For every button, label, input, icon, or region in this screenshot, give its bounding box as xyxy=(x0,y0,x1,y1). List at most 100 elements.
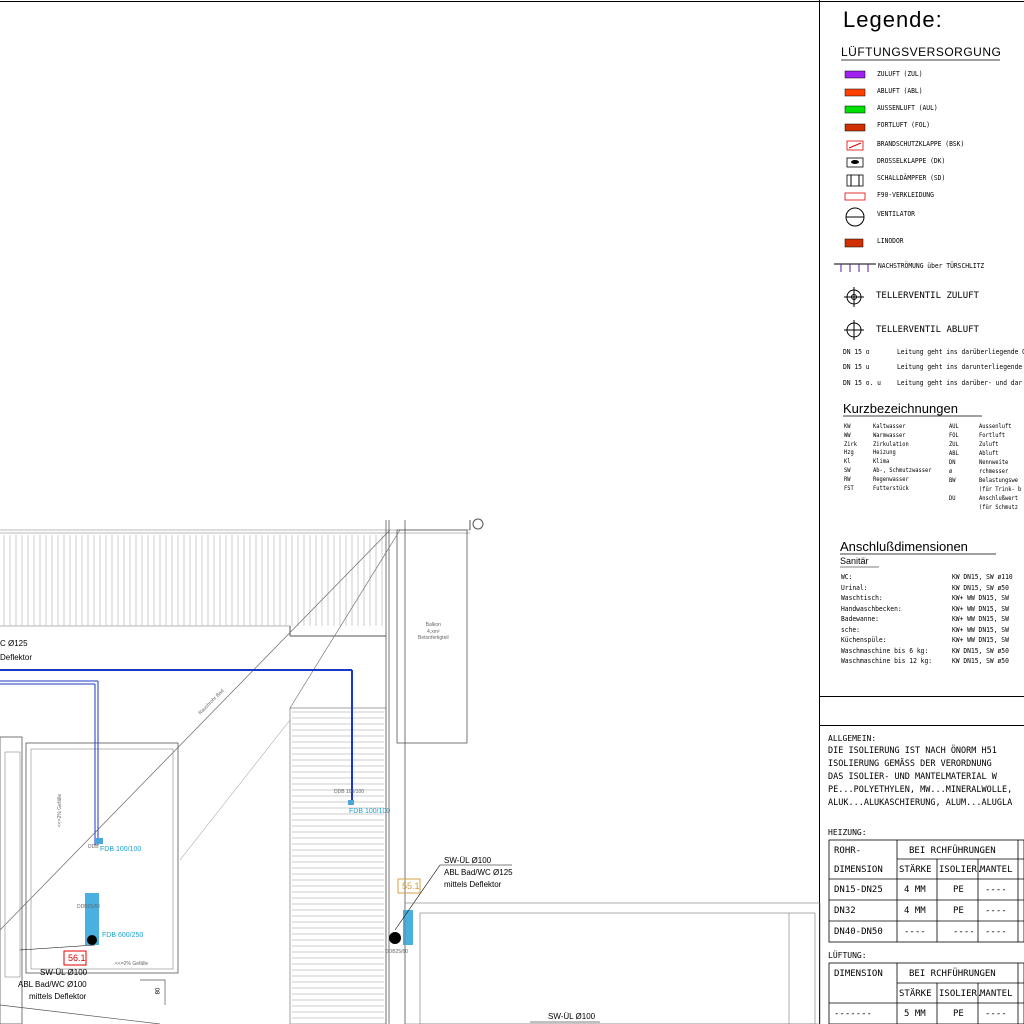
table-cell: ---- xyxy=(985,927,1007,937)
dn-note-code: DN 15 o. u xyxy=(843,379,881,387)
table-header: ROHR- xyxy=(834,846,862,856)
table-cell: ---- xyxy=(953,927,975,937)
table-header: STÄRKE xyxy=(899,865,932,875)
abbr-code: SW xyxy=(844,467,851,474)
connection-fixture: Küchenspüle: xyxy=(841,636,887,644)
legend-item-label: DROSSELKLAPPE (DK) xyxy=(877,157,946,165)
abbr-text: Belastungswe xyxy=(979,477,1019,484)
connection-spec: KW DN15, SW ø50 xyxy=(952,657,1009,665)
connection-fixture: Waschmaschine bis 12 kg: xyxy=(841,657,933,665)
table-header: DIMENSION xyxy=(834,865,883,875)
room-number-2: 55.1 xyxy=(402,881,420,891)
abbr-text: Kaltwasser xyxy=(873,423,906,430)
deflector-label-1: mittels Deflektor xyxy=(29,992,87,1001)
duct-label-ddb-2: DDB xyxy=(88,844,99,850)
legend-title: Legende: xyxy=(843,7,943,32)
sw-ul-label-2: SW-ÜL Ø100 xyxy=(444,856,492,865)
abbr-text: Abluft xyxy=(979,450,999,457)
connection-spec: KW DN15, SW ø50 xyxy=(952,646,1009,655)
legend-item-label: VENTILATOR xyxy=(877,210,915,218)
legend-item-label: FORTLUFT (FOL) xyxy=(877,121,931,129)
connection-spec: KW+ WW DN15, SW xyxy=(952,625,1009,634)
general-heading: ALLGEMEIN: xyxy=(828,734,877,743)
duct-label-fdb-2: FDB 100/100 xyxy=(100,846,142,853)
abbr-text: Ab-, Schmutzwasser xyxy=(873,467,932,474)
plan-label-deflector: Deflektor xyxy=(0,653,33,662)
table-cell: ---- xyxy=(904,927,926,937)
abbr-text: Aussenluft xyxy=(979,423,1012,430)
abbr-code: FOL xyxy=(949,432,959,439)
abbr-code: DU xyxy=(949,495,956,502)
connection-spec: KW DN15, SW ø50 xyxy=(952,583,1009,592)
abbreviations-heading: Kurzbezeichnungen xyxy=(843,401,958,416)
valve-exhaust-label: TELLERVENTIL ABLUFT xyxy=(876,325,979,335)
abbr-code: BW xyxy=(949,477,956,484)
duct-label-ddb-3: DDB25/60 xyxy=(77,904,101,910)
legend-item-label: BRANDSCHUTZKLAPPE (BSK) xyxy=(877,140,965,148)
sw-ul-label-3: SW-ÜL Ø100 xyxy=(548,1012,596,1021)
abbr-text: Heizung xyxy=(873,449,896,457)
table-cell: PE xyxy=(953,885,964,895)
table-cell: 4 MM xyxy=(904,906,926,916)
table-cell: ---- xyxy=(985,885,1007,895)
flow-label: NACHSTRÖMUNG über TÜRSCHLITZ xyxy=(878,262,985,270)
table-header: STÄRKE xyxy=(899,989,932,999)
abbr-code: AUL xyxy=(949,423,959,430)
abbr-code: ø xyxy=(949,468,953,475)
legend-item-label: ZULUFT (ZUL) xyxy=(877,70,923,78)
table-cell: PE xyxy=(953,906,964,916)
room-number-1: 56.1 xyxy=(68,953,86,963)
connection-fixture: Waschmaschine bis 6 kg: xyxy=(841,646,929,655)
table-header: MANTEL xyxy=(980,865,1013,875)
table-cell: 4 MM xyxy=(904,885,926,895)
abbr-text: Nennweite xyxy=(979,459,1009,466)
general-line: ALUK...ALUKASCHIERUNG, ALUM...ALUGLA xyxy=(828,798,1013,808)
abbr-text: Klima xyxy=(873,458,890,466)
table-cell: ---- xyxy=(985,906,1007,916)
abbr-text: Fortluft xyxy=(979,432,1006,439)
general-line: PE...POLYETHYLEN, MW...MINERALWOLLE, xyxy=(828,785,1013,795)
abbr-text: Warmwasser xyxy=(873,431,906,439)
abl-label-2: ABL Bad/WC Ø125 xyxy=(444,868,513,877)
abbr-text: (für Schmutz xyxy=(979,504,1019,511)
plan-label-c125: C Ø125 xyxy=(0,639,28,648)
table-header: MANTEL xyxy=(980,989,1013,999)
balcony-material: Betonfertigteil xyxy=(418,635,449,641)
abbr-text: Futterstück xyxy=(873,484,909,492)
connection-spec: KW+ WW DN15, SW xyxy=(952,636,1009,644)
dn-note-code: DN 15 o xyxy=(843,348,870,356)
connection-fixture: WC: xyxy=(841,573,853,581)
general-line: ISOLIERUNG GEMÄSS DER VERORDNUNG xyxy=(828,759,992,769)
deflector-label-2: mittels Deflektor xyxy=(444,880,502,889)
connection-spec: KW+ WW DN15, SW xyxy=(952,594,1009,602)
abbr-text: rchmesser xyxy=(979,468,1009,475)
legend-item-label: SCHALLDÄMPFER (SD) xyxy=(877,174,946,182)
general-line: DIE ISOLIERUNG IST NACH ÖNORM H51 xyxy=(828,746,997,756)
table-header: ISOLIER. xyxy=(939,865,983,875)
grille-label-1: <<=2% Gefälle xyxy=(57,793,64,828)
abbr-code: Kl xyxy=(844,458,851,466)
legend-item-label: ABLUFT (ABL) xyxy=(877,87,923,95)
balcony-label: Balkon 4,xm² Betonfertigteil xyxy=(418,622,449,642)
table-cell: DN32 xyxy=(834,906,856,916)
connection-spec: KW+ WW DN15, SW xyxy=(952,615,1009,623)
abbr-text: Zuluft xyxy=(979,441,999,448)
abbr-code: Zirk xyxy=(844,440,858,448)
table-header: BEI RCHFÜHRUNGEN xyxy=(909,969,996,979)
duct-label-fdb-1: FDB 100/100 xyxy=(349,808,391,815)
general-line: DAS ISOLIER- UND MANTELMATERIAL W xyxy=(828,772,997,782)
connection-fixture: sche: xyxy=(841,625,860,634)
table-header: BEI RCHFÜHRUNGEN xyxy=(909,846,996,856)
abbr-code: DN xyxy=(949,459,956,466)
legend-swatches xyxy=(834,70,876,340)
legend-item-label: AUSSENLUFT (AUL) xyxy=(877,104,938,112)
abbr-code: ABL xyxy=(949,450,959,457)
ventilation-heading: LÜFTUNGSVERSORGUNG xyxy=(841,45,1002,59)
table-cell: ------- xyxy=(834,1009,872,1019)
table-cell: PE xyxy=(953,1009,964,1019)
abbr-code: FST xyxy=(844,484,854,492)
table-cell: ---- xyxy=(985,1009,1007,1019)
valve-supply-label: TELLERVENTIL ZULUFT xyxy=(876,291,979,301)
duct-label-fdb-3: FDB 600/250 xyxy=(102,932,144,939)
table-cell: DN40-DN50 xyxy=(834,927,883,937)
